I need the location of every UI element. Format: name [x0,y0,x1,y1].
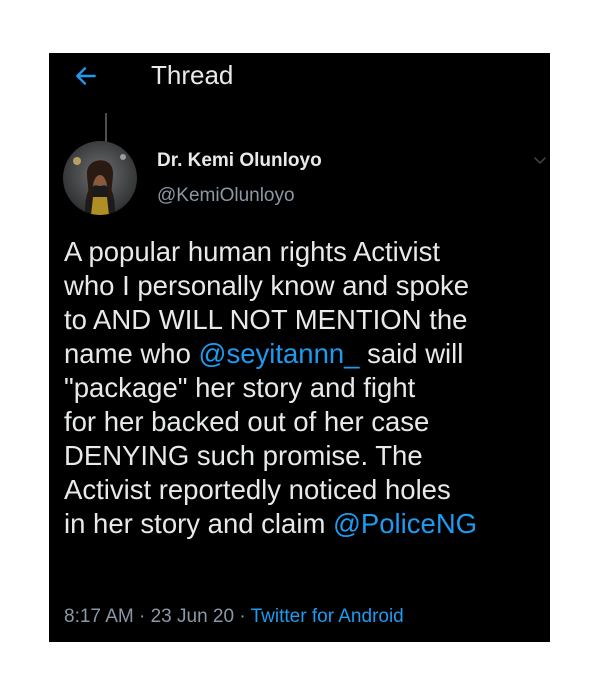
tweet-text-segment: DENYING such promise. The [64,440,423,471]
tweet-text-segment: A popular human rights Activist [64,236,441,267]
page-title: Thread [151,60,234,90]
tweet-text-line: for her backed out of her case [64,405,550,439]
mention-link[interactable]: @seyitannn_ [199,338,360,369]
chevron-down-icon[interactable] [533,153,547,167]
tweet-text-segment: who I personally know and spoke [64,270,470,301]
tweet-text-segment: "package" her story and fight [64,372,416,403]
tweet-text-line: DENYING such promise. The [64,439,550,473]
tweet-text-segment: for her backed out of her case [64,406,430,437]
tweet-text-line: A popular human rights Activist [64,235,550,269]
tweet-text-line: in her story and claim @PoliceNG [64,507,550,541]
tweet-text-line: who I personally know and spoke [64,269,550,303]
tweet-text-segment: in her story and claim [64,508,333,539]
tweet-thread-screen: Thread Dr. Kemi Olunloyo @KemiOlunloyo A… [49,53,550,642]
tweet-text-line: to AND WILL NOT MENTION the [64,303,550,337]
mention-link[interactable]: @PoliceNG [333,508,477,539]
tweet-text: A popular human rights Activist who I per… [64,235,550,541]
arrow-left-icon[interactable] [73,63,99,89]
header: Thread [49,53,550,99]
tweet-text-line: name who @seyitannn_ said will [64,337,550,371]
meta-separator: · [133,606,151,627]
tweet-text-segment: said will [359,338,464,369]
tweet-text-segment: name who [64,338,199,369]
tweet-text-segment: Activist reportedly noticed holes [64,474,451,505]
author-name[interactable]: Dr. Kemi Olunloyo [157,150,322,172]
tweet-text-segment: to AND WILL NOT MENTION the [64,304,468,335]
tweet-time: 8:17 AM [64,606,134,627]
author-handle[interactable]: @KemiOlunloyo [157,185,295,207]
tweet-source-link[interactable]: Twitter for Android [251,606,404,627]
tweet-text-line: Activist reportedly noticed holes [64,473,550,507]
profile-photo-icon [63,141,137,215]
avatar[interactable] [63,141,137,215]
meta-separator: · [234,606,251,627]
tweet-date: 23 Jun 20 [150,606,235,627]
tweet-text-line: "package" her story and fight [64,371,550,405]
tweet-metadata: 8:17 AM · 23 Jun 20 · Twitter for Androi… [64,606,404,628]
